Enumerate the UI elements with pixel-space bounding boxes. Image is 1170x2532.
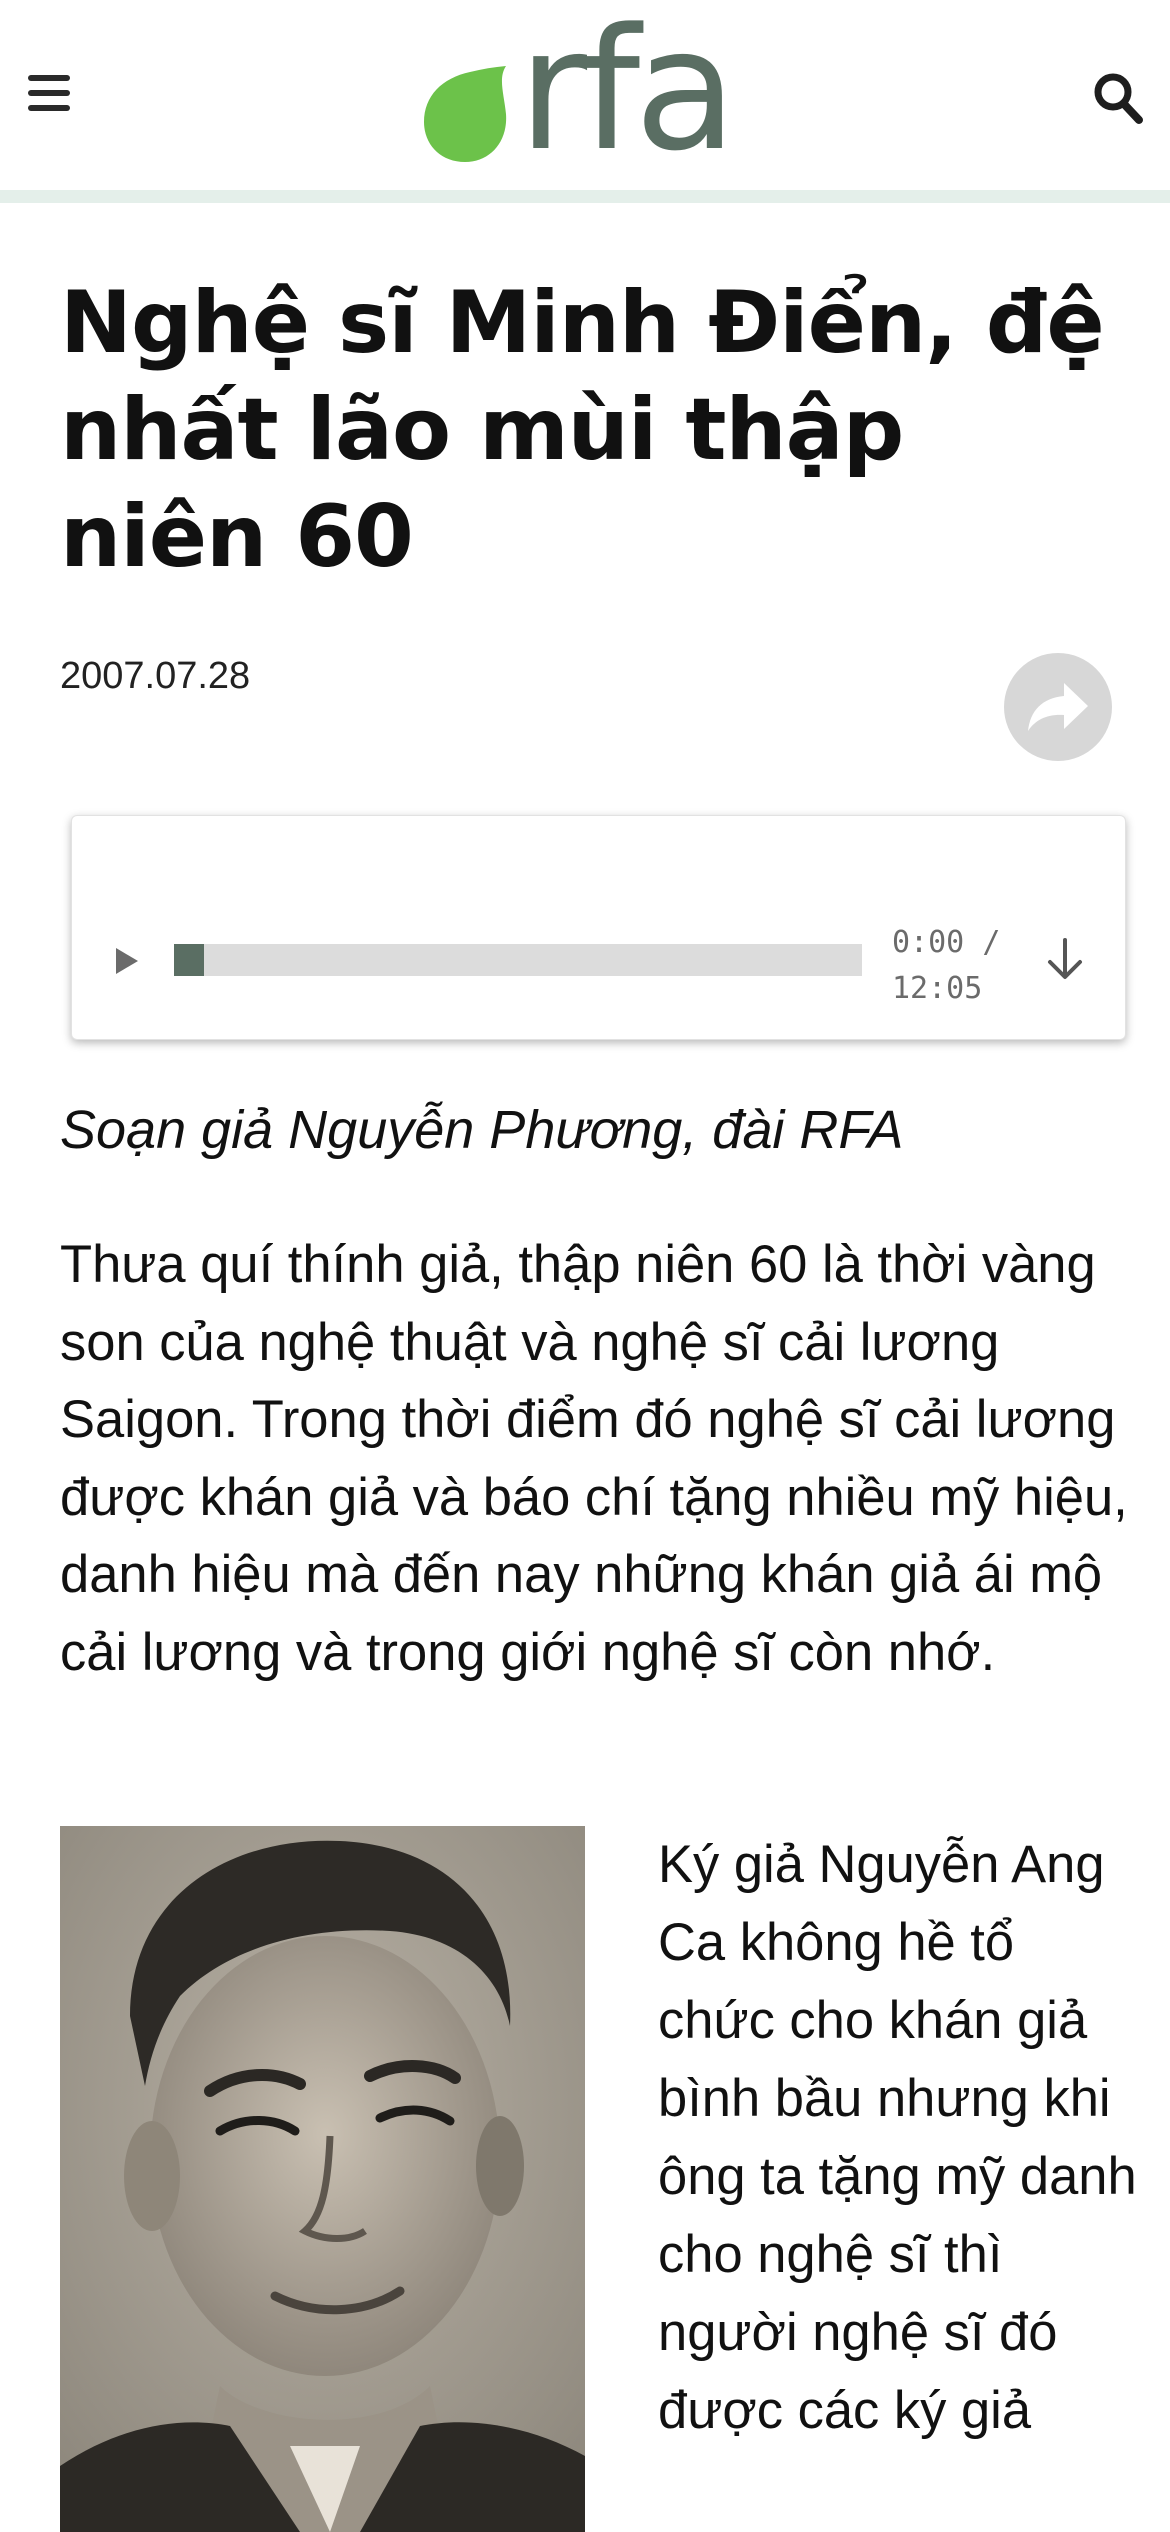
header-divider [0,190,1170,203]
article-title: Nghệ sĩ Minh Điển, đệ nhất lão mùi thập … [60,273,1105,587]
article-paragraph-continued: Ký giả Nguyễn Ang Ca không hề tổ chức ch… [658,1835,1137,2440]
progress-handle[interactable] [174,944,204,976]
time-readout: 0:00 / 12:05 [892,920,1012,1012]
share-arrow-icon [1028,683,1088,731]
article-date: 2007.07.28 [60,655,251,697]
article-byline: Soạn giả Nguyễn Phương, đài RFA [60,1100,904,1160]
article-paragraph: Thưa quí thính giả, thập niên 60 là thời… [60,1235,1128,1682]
progress-track[interactable] [174,944,862,976]
logo-wordmark: rfa [518,0,737,188]
artist-portrait-photo[interactable] [60,1826,585,2532]
play-icon[interactable] [112,944,142,978]
time-separator: / [982,925,1001,960]
current-time: 0:00 [892,925,965,960]
share-button[interactable] [1004,653,1112,761]
duration: 12:05 [892,971,983,1006]
logo-leaf-icon [424,66,507,162]
portrait-image [60,1826,585,2532]
search-icon[interactable] [1092,70,1144,126]
hamburger-menu-icon[interactable] [26,70,72,116]
rfa-logo[interactable]: rfa [420,6,750,174]
download-arrow-icon[interactable] [1044,934,1086,984]
site-header: rfa [0,0,1170,190]
audio-player: 0:00 / 12:05 [71,815,1126,1040]
